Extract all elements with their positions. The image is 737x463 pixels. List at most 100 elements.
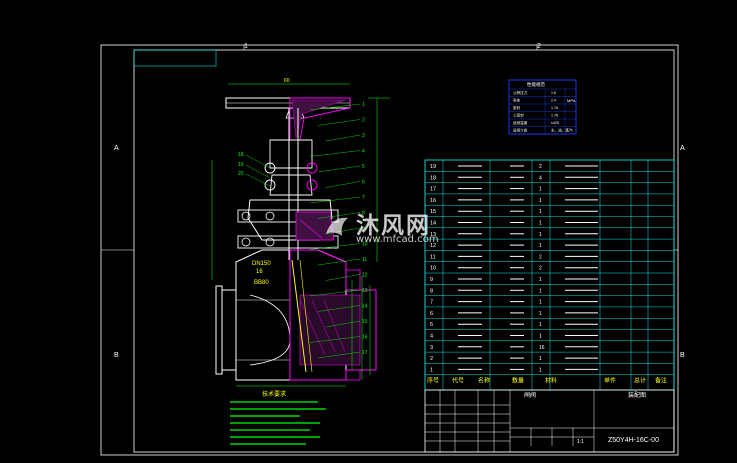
leader-right-label: 5 bbox=[362, 164, 365, 170]
zone-row-a-right: A bbox=[680, 145, 685, 152]
bom-header-cell: 名称 bbox=[478, 377, 490, 385]
zone-row-b-right: B bbox=[680, 352, 685, 359]
bom-item-number: 16 bbox=[430, 198, 436, 204]
leader-right-label: 8 bbox=[362, 211, 365, 217]
cad-drawing-canvas: 1 2 A A B B 60 DN150 16 BB80 18 19 20 12… bbox=[100, 43, 685, 456]
bom-header-cell: 材料 bbox=[545, 377, 557, 385]
leader-left-3: 20 bbox=[238, 171, 244, 177]
leader-right-label: 17 bbox=[362, 350, 368, 356]
perf-title: 性能规范 bbox=[527, 81, 545, 88]
zone-row-a-left: A bbox=[114, 145, 119, 152]
perf-value: 水、油、蒸汽 bbox=[551, 128, 573, 133]
perf-value: 2.4 bbox=[551, 99, 556, 103]
bom-quantity: 1 bbox=[539, 367, 542, 373]
bom-quantity: 2 bbox=[539, 164, 542, 170]
leader-right-label: 1 bbox=[362, 102, 365, 108]
title-drawing-name: 闸阀 bbox=[524, 391, 536, 399]
perf-value: 1.76 bbox=[551, 106, 558, 110]
bom-item-number: 9 bbox=[430, 277, 433, 283]
bom-header-cell: 单件 bbox=[604, 377, 616, 385]
perf-value: 1.76 bbox=[551, 114, 558, 118]
leader-right-label: 15 bbox=[362, 319, 368, 325]
bom-quantity: 1 bbox=[539, 288, 542, 294]
bom-item-number: 2 bbox=[430, 356, 433, 362]
bom-header-cell: 代号 bbox=[452, 377, 464, 385]
bom-item-number: 17 bbox=[430, 187, 436, 193]
outer-border bbox=[100, 44, 679, 456]
inner-border bbox=[133, 49, 675, 453]
zone-ticks bbox=[101, 45, 678, 251]
tech-notes bbox=[230, 401, 326, 445]
bom-item-number: 10 bbox=[430, 266, 436, 272]
bom-quantity: 2 bbox=[539, 254, 542, 260]
leader-right-label: 11 bbox=[362, 257, 367, 263]
perf-unit: MPa bbox=[567, 98, 576, 103]
bom-quantity: 1 bbox=[539, 198, 542, 204]
perf-value: ≤425 bbox=[551, 121, 559, 125]
title-scale: 1:1 bbox=[577, 439, 584, 445]
perf-value: 1.6 bbox=[551, 91, 556, 95]
title-block: 闸阀 装配图 Z50Y4H-16C-00 1:1 bbox=[424, 389, 675, 453]
label-material: BB80 bbox=[254, 280, 269, 286]
dim-top: 60 bbox=[284, 78, 290, 84]
bom-item-number: 18 bbox=[430, 175, 436, 181]
label-dn: DN150 bbox=[252, 261, 271, 267]
zone-col-1: 1 bbox=[244, 43, 248, 50]
bom-quantity: 1 bbox=[539, 356, 542, 362]
perf-param: 适用介质 bbox=[513, 128, 528, 133]
label-pn: 16 bbox=[256, 269, 263, 275]
bom-quantity: 1 bbox=[539, 243, 542, 249]
perf-param: 密封 bbox=[513, 105, 521, 110]
bom-item-number: 3 bbox=[430, 345, 433, 351]
perf-param: 适用温度 bbox=[513, 120, 528, 125]
valve-drawing: 60 DN150 16 BB80 18 19 20 12345678910111… bbox=[211, 78, 390, 445]
note-heading: 技术要求 bbox=[262, 390, 286, 398]
leader-left-1: 18 bbox=[238, 152, 244, 158]
bom-item-number: 13 bbox=[430, 232, 436, 238]
title-drawing-no: Z50Y4H-16C-00 bbox=[608, 437, 659, 444]
bom-quantity: 16 bbox=[539, 345, 545, 351]
leader-left-2: 19 bbox=[238, 162, 244, 168]
zone-row-b-left: B bbox=[114, 352, 119, 359]
zone-markers: 1 2 A A B B bbox=[114, 43, 685, 359]
bom-item-number: 15 bbox=[430, 209, 436, 215]
leader-right-label: 10 bbox=[362, 242, 368, 248]
bom-quantity: 1 bbox=[539, 300, 542, 306]
bom-quantity: 1 bbox=[539, 209, 542, 215]
bom-quantity: 1 bbox=[539, 334, 542, 340]
bom-item-number: 5 bbox=[430, 322, 433, 328]
perf-param: 公称压力 bbox=[513, 90, 528, 95]
bom-item-number: 19 bbox=[430, 164, 436, 170]
leader-right-label: 6 bbox=[362, 180, 365, 186]
leader-right-label: 12 bbox=[362, 273, 368, 279]
bom-header-cell: 序号 bbox=[427, 377, 439, 385]
bom-item-number: 14 bbox=[430, 221, 436, 227]
bom-quantity: 1 bbox=[539, 322, 542, 328]
bom-quantity: 1 bbox=[539, 187, 542, 193]
bom-quantity: 4 bbox=[539, 175, 542, 181]
bom-header-cell: 数量 bbox=[512, 377, 524, 385]
bom-item-number: 4 bbox=[430, 334, 433, 340]
bom-item-number: 1 bbox=[430, 367, 433, 373]
perf-param: 上密封 bbox=[513, 113, 524, 118]
zone-col-2: 2 bbox=[537, 43, 541, 50]
bom-quantity: 1 bbox=[539, 277, 542, 283]
performance-table: 性能规范 公称压力 1.6 壳体 2.4 密封 1.76 上密封 1.76 适用温度 ≤425 适用… bbox=[508, 79, 577, 135]
bom-quantity: 2 bbox=[539, 266, 542, 272]
bom-header-cell: 备注 bbox=[655, 377, 667, 385]
bom-table: 19 218 417 116 115 114 113 112 111 210 29 18 17 16 15 1… bbox=[424, 159, 675, 391]
bom-quantity: 1 bbox=[539, 221, 542, 227]
leader-right-label: 14 bbox=[362, 304, 368, 310]
leader-right-label: 7 bbox=[362, 195, 365, 201]
bom-item-number: 8 bbox=[430, 288, 433, 294]
bom-item-number: 7 bbox=[430, 300, 433, 306]
top-left-box bbox=[133, 49, 217, 67]
bom-item-number: 11 bbox=[430, 254, 436, 260]
bom-item-number: 12 bbox=[430, 243, 436, 249]
title-company: 装配图 bbox=[628, 391, 646, 399]
bom-quantity: 1 bbox=[539, 311, 542, 317]
leader-right-label: 4 bbox=[362, 149, 365, 155]
bom-quantity: 1 bbox=[539, 232, 542, 238]
leader-right-label: 9 bbox=[362, 226, 365, 232]
bom-item-number: 6 bbox=[430, 311, 433, 317]
